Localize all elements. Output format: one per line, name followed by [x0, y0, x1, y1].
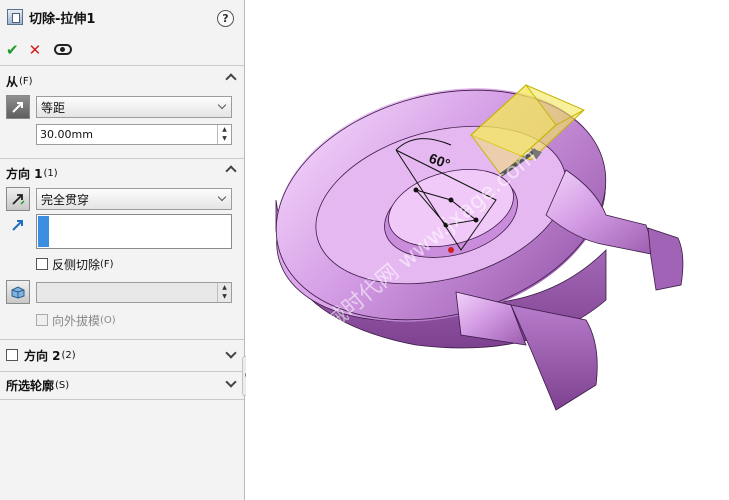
flip-side-label: 反侧切除	[52, 257, 101, 272]
draft-on-off-icon[interactable]	[6, 280, 30, 304]
direction1-label: 方向 1	[6, 166, 43, 181]
distance-spinner[interactable]: ▲ ▼	[217, 124, 231, 144]
cancel-button[interactable]: ✕	[29, 41, 42, 59]
draft-row: ▲ ▼	[0, 276, 244, 308]
from-distance-row: 30.00mm ▲ ▼	[0, 120, 244, 148]
direction-arrow-icon	[6, 214, 30, 232]
direction2-group-header[interactable]: 方向 2 (2)	[0, 340, 244, 370]
from-distance-value: 30.00mm	[40, 127, 93, 141]
chevron-down-icon	[217, 100, 227, 110]
contours-label: 所选轮廓	[6, 378, 55, 393]
draft-outward-shortcut: (O)	[100, 314, 116, 326]
offset-direction-icon[interactable]	[6, 95, 30, 119]
collapse-chevron-icon[interactable]	[225, 165, 237, 177]
flip-side-checkbox[interactable]	[36, 258, 48, 270]
direction2-checkbox[interactable]	[6, 349, 18, 361]
direction2-group: 方向 2 (2)	[0, 340, 244, 372]
chevron-down-icon	[217, 192, 227, 202]
from-group-header[interactable]: 从 (F)	[0, 68, 244, 94]
end-condition-select[interactable]: 完全贯穿	[36, 188, 232, 210]
from-shortcut: (F)	[19, 75, 33, 87]
from-type-value: 等距	[41, 100, 66, 115]
direction1-group-header[interactable]: 方向 1 (1)	[0, 160, 244, 186]
graphics-area[interactable]: 60° 机械时代网 www.jxage.com	[246, 0, 729, 500]
from-type-select[interactable]: 等距	[36, 96, 232, 118]
draft-angle-input[interactable]: ▲ ▼	[36, 281, 232, 303]
direction2-shortcut: (2)	[61, 349, 76, 361]
direction-selection-box[interactable]	[36, 214, 232, 249]
collapse-chevron-icon[interactable]	[225, 73, 237, 85]
preview-eye-icon[interactable]	[54, 44, 73, 55]
contours-shortcut: (S)	[55, 379, 70, 391]
flip-side-row: 反侧切除 (F)	[0, 252, 244, 276]
end-condition-value: 完全贯穿	[41, 192, 90, 207]
help-icon[interactable]: ?	[217, 10, 234, 27]
from-distance-input[interactable]: 30.00mm ▲ ▼	[36, 123, 232, 145]
expand-chevron-icon[interactable]	[225, 347, 237, 359]
property-manager-header: 切除-拉伸1 ?	[0, 0, 244, 34]
property-manager: 切除-拉伸1 ? ✔ ✕ 从 (F) 等距 30.00mm ▲ ▼ 方向 1 (…	[0, 0, 245, 500]
draft-outward-label: 向外拔模	[52, 313, 101, 328]
draft-spinner[interactable]: ▲ ▼	[217, 282, 231, 302]
from-group: 从 (F) 等距 30.00mm ▲ ▼	[0, 68, 244, 159]
direction-vector-row	[0, 212, 244, 252]
direction1-group: 方向 1 (1) 完全贯穿 反侧切除 (F) ▲ ▼ 向外拔模 (O)	[0, 160, 244, 340]
direction2-label: 方向 2	[24, 348, 61, 363]
reverse-direction-icon[interactable]	[6, 187, 30, 211]
draft-outward-row: 向外拔模 (O)	[0, 308, 244, 332]
draft-outward-checkbox[interactable]	[36, 314, 48, 326]
from-label: 从	[6, 74, 19, 89]
expand-chevron-icon[interactable]	[225, 376, 237, 388]
feature-title: 切除-拉伸1	[29, 11, 96, 27]
action-bar: ✔ ✕	[0, 34, 244, 66]
from-type-row: 等距	[0, 94, 244, 120]
ok-button[interactable]: ✔	[6, 41, 19, 59]
contours-group: 所选轮廓 (S)	[0, 372, 244, 400]
contours-group-header[interactable]: 所选轮廓 (S)	[0, 372, 244, 398]
flip-side-shortcut: (F)	[100, 258, 114, 270]
direction1-shortcut: (1)	[43, 167, 58, 179]
cut-extrude-icon	[7, 9, 23, 25]
model-viewport[interactable]: 60° 机械时代网 www.jxage.com	[246, 0, 729, 500]
end-condition-row: 完全贯穿	[0, 186, 244, 212]
